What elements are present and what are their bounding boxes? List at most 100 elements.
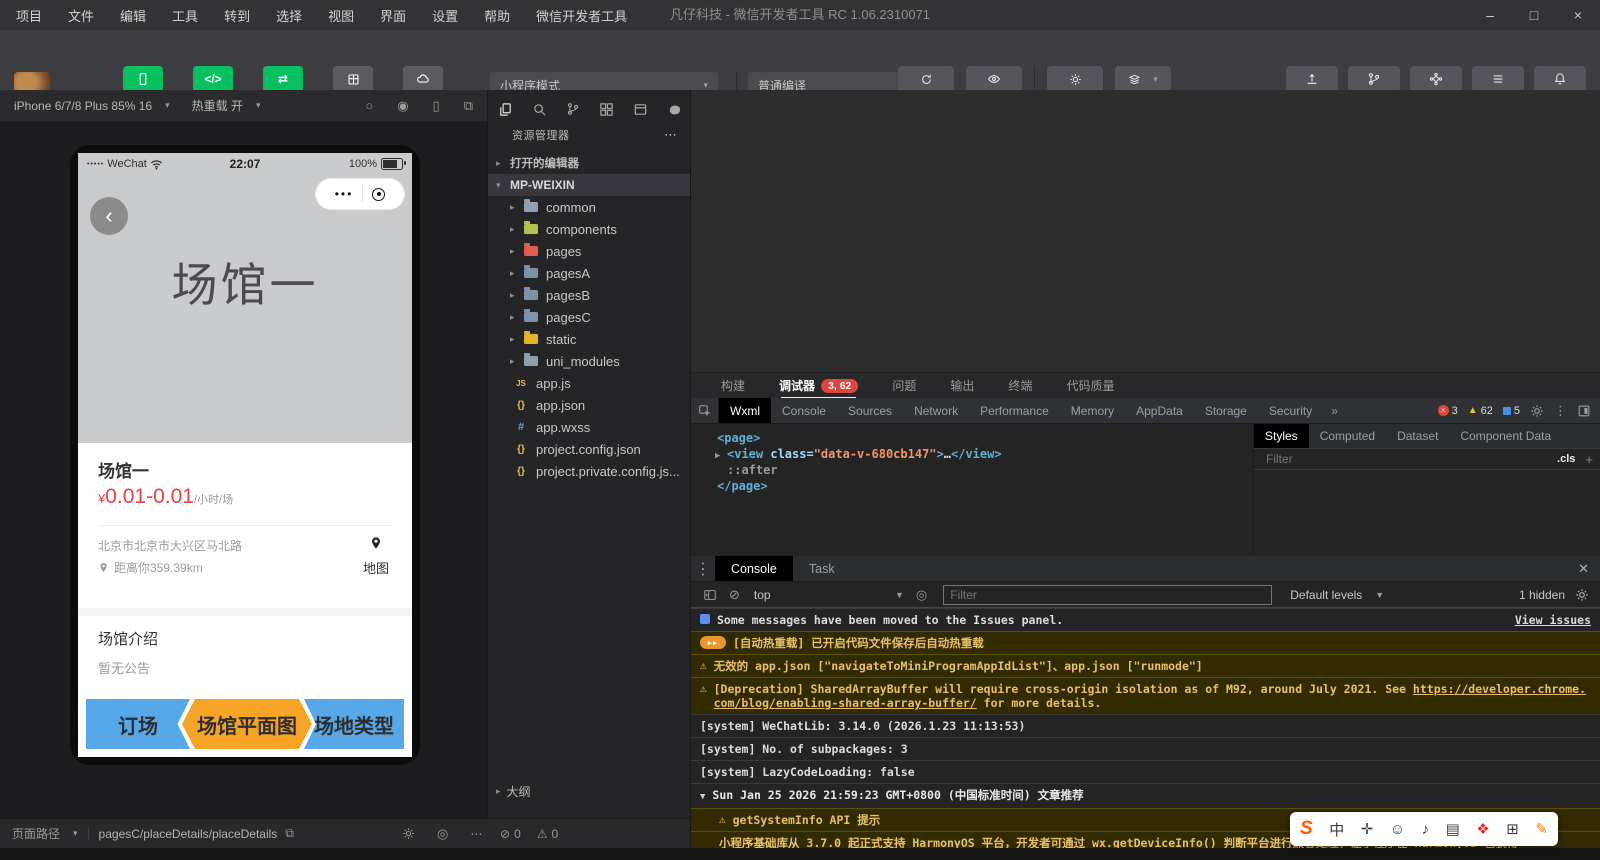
dock-side-icon[interactable]: [1577, 404, 1591, 418]
record-icon[interactable]: ◉: [397, 98, 408, 114]
back-button[interactable]: ‹: [90, 197, 128, 235]
search-icon[interactable]: [532, 102, 547, 117]
settings-gear-icon[interactable]: [1530, 404, 1544, 418]
tree-file-app-js[interactable]: JSapp.js: [488, 372, 691, 394]
wxml-node[interactable]: ▶<view class="data-v-680cb147">…</view>: [691, 446, 1253, 462]
close-console-icon[interactable]: ✕: [1578, 556, 1589, 581]
collapse-arrow-icon[interactable]: ▼: [700, 790, 705, 804]
devtools-tab-security[interactable]: Security: [1258, 398, 1323, 423]
skin-brush-icon[interactable]: ✎: [1535, 820, 1548, 838]
editor-layout-icon[interactable]: [633, 102, 648, 117]
more-actions-icon[interactable]: ⋯: [664, 127, 677, 143]
tree-folder-pagesA[interactable]: ▸pagesA: [488, 262, 691, 284]
console-message[interactable]: ▶▶[自动热重载] 已开启代码文件保存后自动热重载: [691, 631, 1600, 654]
tree-folder-uni-modules[interactable]: ▸uni_modules: [488, 350, 691, 372]
maximize-button[interactable]: □: [1512, 0, 1556, 30]
console-message[interactable]: ▼Sun Jan 25 2026 21:59:23 GMT+0800 (中国标准…: [691, 783, 1600, 808]
wxml-node[interactable]: ::after: [691, 462, 1253, 478]
console-message[interactable]: [system] WeChatLib: 3.14.0 (2026.1.23 11…: [691, 714, 1600, 737]
kebab-menu-icon[interactable]: ⋮: [1554, 403, 1567, 419]
clear-console-icon[interactable]: ⊘: [729, 587, 740, 603]
tab-code-quality[interactable]: 代码质量: [1066, 373, 1114, 399]
sogou-logo[interactable]: S: [1300, 818, 1313, 840]
toolbox-icon[interactable]: ⊞: [1506, 820, 1519, 838]
console-sidebar-icon[interactable]: [703, 588, 717, 602]
devtools-tab-memory[interactable]: Memory: [1060, 398, 1125, 423]
device-select[interactable]: iPhone 6/7/8 Plus 85% 16 ▾: [14, 99, 170, 113]
files-icon[interactable]: [498, 102, 513, 117]
tree-file-app-json[interactable]: {}app.json: [488, 394, 691, 416]
styles-tab-styles[interactable]: Styles: [1254, 424, 1309, 448]
hidden-messages-count[interactable]: 1 hidden: [1519, 588, 1565, 602]
copy-path-icon[interactable]: ⧉: [285, 826, 294, 841]
warning-count[interactable]: ▲62: [1468, 405, 1493, 417]
devtools-tab-appdata[interactable]: AppData: [1125, 398, 1194, 423]
devtools-tab-console[interactable]: Console: [771, 398, 837, 423]
kebab-menu-icon[interactable]: ⋮: [691, 556, 715, 581]
close-miniprogram-icon[interactable]: [372, 188, 385, 201]
soft-keyboard-icon[interactable]: ▤: [1446, 820, 1460, 838]
hot-reload-select[interactable]: 热重载 开 ▾: [192, 97, 261, 114]
tab-build[interactable]: 构建: [721, 373, 745, 399]
menu-item[interactable]: 设置: [432, 6, 458, 25]
menu-item[interactable]: 帮助: [484, 6, 510, 25]
devtools-tab-network[interactable]: Network: [903, 398, 969, 423]
context-select[interactable]: top ▼: [754, 588, 904, 602]
source-control-icon[interactable]: [566, 102, 580, 116]
rotate-icon[interactable]: ○: [365, 98, 373, 114]
menu-item[interactable]: 文件: [68, 6, 94, 25]
devtools-tab-performance[interactable]: Performance: [969, 398, 1060, 423]
menu-item[interactable]: 视图: [328, 6, 354, 25]
tab-output[interactable]: 输出: [950, 373, 974, 399]
outline-section[interactable]: ▸ 大纲: [488, 780, 691, 802]
tree-file-project-config[interactable]: {}project.config.json: [488, 438, 691, 460]
more-icon[interactable]: ⋯: [470, 827, 482, 841]
tree-file-project-private[interactable]: {}project.private.config.js...: [488, 460, 691, 482]
map-button[interactable]: 地图: [354, 535, 398, 577]
tree-file-app-wxss[interactable]: #app.wxss: [488, 416, 691, 438]
tree-folder-pages[interactable]: ▸pages: [488, 240, 691, 262]
multi-window-icon[interactable]: ⧉: [464, 98, 473, 114]
emoji-picker-icon[interactable]: ☺: [1390, 821, 1405, 838]
styles-tab-dataset[interactable]: Dataset: [1386, 424, 1449, 448]
tree-folder-common[interactable]: ▸common: [488, 196, 691, 218]
console-tab-task[interactable]: Task: [793, 556, 851, 581]
console-message[interactable]: [system] No. of subpackages: 3: [691, 737, 1600, 760]
wxml-node[interactable]: <page>: [691, 430, 1253, 446]
styles-tab-component-data[interactable]: Component Data: [1449, 424, 1562, 448]
console-filter-input[interactable]: [943, 585, 1272, 605]
tab-overflow-icon[interactable]: »: [1323, 398, 1346, 423]
wxml-node[interactable]: </page>: [691, 478, 1253, 494]
device-frame-icon[interactable]: ▯: [433, 98, 440, 114]
menu-item[interactable]: 界面: [380, 6, 406, 25]
tab-debugger[interactable]: 调试器3, 62: [779, 373, 858, 399]
menu-item[interactable]: 工具: [172, 6, 198, 25]
hand-icon[interactable]: [667, 102, 682, 117]
tree-folder-components[interactable]: ▸components: [488, 218, 691, 240]
menu-item[interactable]: 选择: [276, 6, 302, 25]
console-settings-icon[interactable]: [1575, 588, 1589, 602]
error-count[interactable]: ×3: [1438, 405, 1458, 417]
console-message[interactable]: Some messages have been moved to the Iss…: [691, 608, 1600, 631]
extensions-icon[interactable]: [599, 102, 614, 117]
devtools-tab-sources[interactable]: Sources: [837, 398, 903, 423]
lang-toggle[interactable]: 中: [1329, 819, 1344, 840]
tree-folder-pagesC[interactable]: ▸pagesC: [488, 306, 691, 328]
tree-root-mp-weixin[interactable]: ▾MP-WEIXIN: [488, 174, 691, 196]
view-issues-link[interactable]: View issues: [1515, 613, 1591, 627]
eye-watch-icon[interactable]: ◎: [916, 587, 927, 603]
minimize-button[interactable]: –: [1468, 0, 1512, 30]
menu-item[interactable]: 转到: [224, 6, 250, 25]
cursor-pin-icon[interactable]: ✛: [1361, 820, 1374, 838]
log-levels-select[interactable]: Default levels ▼: [1290, 588, 1384, 602]
tab-terminal[interactable]: 终端: [1008, 373, 1032, 399]
console-message[interactable]: [system] LazyCodeLoading: false: [691, 760, 1600, 783]
more-icon[interactable]: •••: [335, 189, 354, 199]
court-type-button[interactable]: 场地类型: [304, 699, 404, 749]
tree-section-open-editors[interactable]: ▸打开的编辑器: [488, 152, 691, 174]
inspect-element-icon[interactable]: [691, 398, 719, 423]
menu-item[interactable]: 微信开发者工具: [536, 6, 627, 25]
devtools-tab-wxml[interactable]: Wxml: [719, 398, 771, 423]
shake-gear-icon[interactable]: [402, 827, 415, 840]
tree-folder-static[interactable]: ▸static: [488, 328, 691, 350]
